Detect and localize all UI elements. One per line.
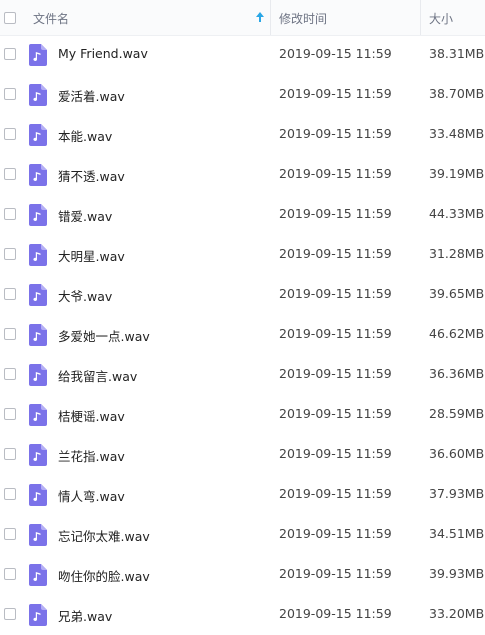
audio-file-icon <box>29 404 47 426</box>
file-size: 39.19MB <box>429 166 485 181</box>
file-row[interactable]: 桔梗谣.wav 2019-09-15 11:59 28.59MB <box>0 395 485 435</box>
row-checkbox[interactable] <box>4 528 16 540</box>
row-checkbox[interactable] <box>4 568 16 580</box>
file-modified-time: 2019-09-15 11:59 <box>279 606 392 621</box>
file-name[interactable]: 吻住你的脸.wav <box>58 566 150 585</box>
row-checkbox[interactable] <box>4 288 16 300</box>
file-name[interactable]: 爱活着.wav <box>58 86 125 105</box>
row-checkbox[interactable] <box>4 88 16 100</box>
file-size: 36.36MB <box>429 366 485 381</box>
file-name[interactable]: 情人弯.wav <box>58 486 125 505</box>
file-row[interactable]: 错爱.wav 2019-09-15 11:59 44.33MB <box>0 195 485 235</box>
file-row[interactable]: 忘记你太难.wav 2019-09-15 11:59 34.51MB <box>0 515 485 555</box>
file-row[interactable]: 兰花指.wav 2019-09-15 11:59 36.60MB <box>0 435 485 475</box>
arrow-up-icon[interactable] <box>255 10 265 24</box>
file-row[interactable]: 大明星.wav 2019-09-15 11:59 31.28MB <box>0 235 485 275</box>
file-size: 33.48MB <box>429 126 485 141</box>
file-list: My Friend.wav 2019-09-15 11:59 38.31MB 爱活着.… <box>0 35 485 635</box>
file-size: 33.20MB <box>429 606 485 621</box>
file-modified-time: 2019-09-15 11:59 <box>279 126 392 141</box>
audio-file-icon <box>29 84 47 106</box>
file-modified-time: 2019-09-15 11:59 <box>279 326 392 341</box>
column-header-size[interactable]: 大小 <box>429 10 453 27</box>
file-size: 46.62MB <box>429 326 485 341</box>
file-modified-time: 2019-09-15 11:59 <box>279 86 392 101</box>
audio-file-icon <box>29 604 47 626</box>
audio-file-icon <box>29 124 47 146</box>
file-name[interactable]: 兰花指.wav <box>58 446 125 465</box>
file-row[interactable]: 本能.wav 2019-09-15 11:59 33.48MB <box>0 115 485 155</box>
audio-file-icon <box>29 204 47 226</box>
row-checkbox[interactable] <box>4 208 16 220</box>
file-modified-time: 2019-09-15 11:59 <box>279 486 392 501</box>
file-row[interactable]: 多爱她一点.wav 2019-09-15 11:59 46.62MB <box>0 315 485 355</box>
column-header-name[interactable]: 文件名 <box>33 10 69 27</box>
file-size: 39.65MB <box>429 286 485 301</box>
file-modified-time: 2019-09-15 11:59 <box>279 246 392 261</box>
row-checkbox[interactable] <box>4 48 16 60</box>
column-header-modified[interactable]: 修改时间 <box>279 10 327 27</box>
file-name[interactable]: 忘记你太难.wav <box>58 526 150 545</box>
row-checkbox[interactable] <box>4 408 16 420</box>
row-checkbox[interactable] <box>4 328 16 340</box>
file-row[interactable]: 兄弟.wav 2019-09-15 11:59 33.20MB <box>0 595 485 635</box>
file-size: 28.59MB <box>429 406 485 421</box>
row-checkbox[interactable] <box>4 488 16 500</box>
row-checkbox[interactable] <box>4 608 16 620</box>
file-modified-time: 2019-09-15 11:59 <box>279 526 392 541</box>
file-name[interactable]: 桔梗谣.wav <box>58 406 125 425</box>
file-modified-time: 2019-09-15 11:59 <box>279 366 392 381</box>
file-row[interactable]: My Friend.wav 2019-09-15 11:59 38.31MB <box>0 35 485 75</box>
row-checkbox[interactable] <box>4 168 16 180</box>
file-list-header: 文件名 修改时间 大小 <box>0 0 485 36</box>
file-size: 34.51MB <box>429 526 485 541</box>
audio-file-icon <box>29 444 47 466</box>
row-checkbox[interactable] <box>4 128 16 140</box>
file-name[interactable]: My Friend.wav <box>58 46 148 61</box>
file-size: 38.70MB <box>429 86 485 101</box>
audio-file-icon <box>29 324 47 346</box>
file-size: 37.93MB <box>429 486 485 501</box>
file-modified-time: 2019-09-15 11:59 <box>279 206 392 221</box>
row-checkbox[interactable] <box>4 448 16 460</box>
file-modified-time: 2019-09-15 11:59 <box>279 406 392 421</box>
file-row[interactable]: 给我留言.wav 2019-09-15 11:59 36.36MB <box>0 355 485 395</box>
audio-file-icon <box>29 244 47 266</box>
file-row[interactable]: 情人弯.wav 2019-09-15 11:59 37.93MB <box>0 475 485 515</box>
file-name[interactable]: 给我留言.wav <box>58 366 137 385</box>
audio-file-icon <box>29 284 47 306</box>
file-row[interactable]: 大爷.wav 2019-09-15 11:59 39.65MB <box>0 275 485 315</box>
file-name[interactable]: 本能.wav <box>58 126 112 145</box>
file-row[interactable]: 猜不透.wav 2019-09-15 11:59 39.19MB <box>0 155 485 195</box>
file-row[interactable]: 爱活着.wav 2019-09-15 11:59 38.70MB <box>0 75 485 115</box>
file-modified-time: 2019-09-15 11:59 <box>279 446 392 461</box>
audio-file-icon <box>29 484 47 506</box>
row-checkbox[interactable] <box>4 368 16 380</box>
audio-file-icon <box>29 44 47 66</box>
file-size: 31.28MB <box>429 246 485 261</box>
file-name[interactable]: 兄弟.wav <box>58 606 112 625</box>
file-name[interactable]: 多爱她一点.wav <box>58 326 150 345</box>
file-name[interactable]: 大爷.wav <box>58 286 112 305</box>
audio-file-icon <box>29 524 47 546</box>
row-checkbox[interactable] <box>4 248 16 260</box>
select-all-checkbox[interactable] <box>4 12 16 24</box>
file-name[interactable]: 错爱.wav <box>58 206 112 225</box>
column-divider[interactable] <box>420 0 421 35</box>
file-row[interactable]: 吻住你的脸.wav 2019-09-15 11:59 39.93MB <box>0 555 485 595</box>
file-modified-time: 2019-09-15 11:59 <box>279 166 392 181</box>
file-name[interactable]: 猜不透.wav <box>58 166 125 185</box>
file-size: 44.33MB <box>429 206 485 221</box>
file-size: 39.93MB <box>429 566 485 581</box>
file-modified-time: 2019-09-15 11:59 <box>279 46 392 61</box>
audio-file-icon <box>29 164 47 186</box>
file-modified-time: 2019-09-15 11:59 <box>279 566 392 581</box>
audio-file-icon <box>29 364 47 386</box>
file-name[interactable]: 大明星.wav <box>58 246 125 265</box>
file-size: 36.60MB <box>429 446 485 461</box>
file-modified-time: 2019-09-15 11:59 <box>279 286 392 301</box>
file-size: 38.31MB <box>429 46 485 61</box>
column-divider[interactable] <box>270 0 271 35</box>
audio-file-icon <box>29 564 47 586</box>
